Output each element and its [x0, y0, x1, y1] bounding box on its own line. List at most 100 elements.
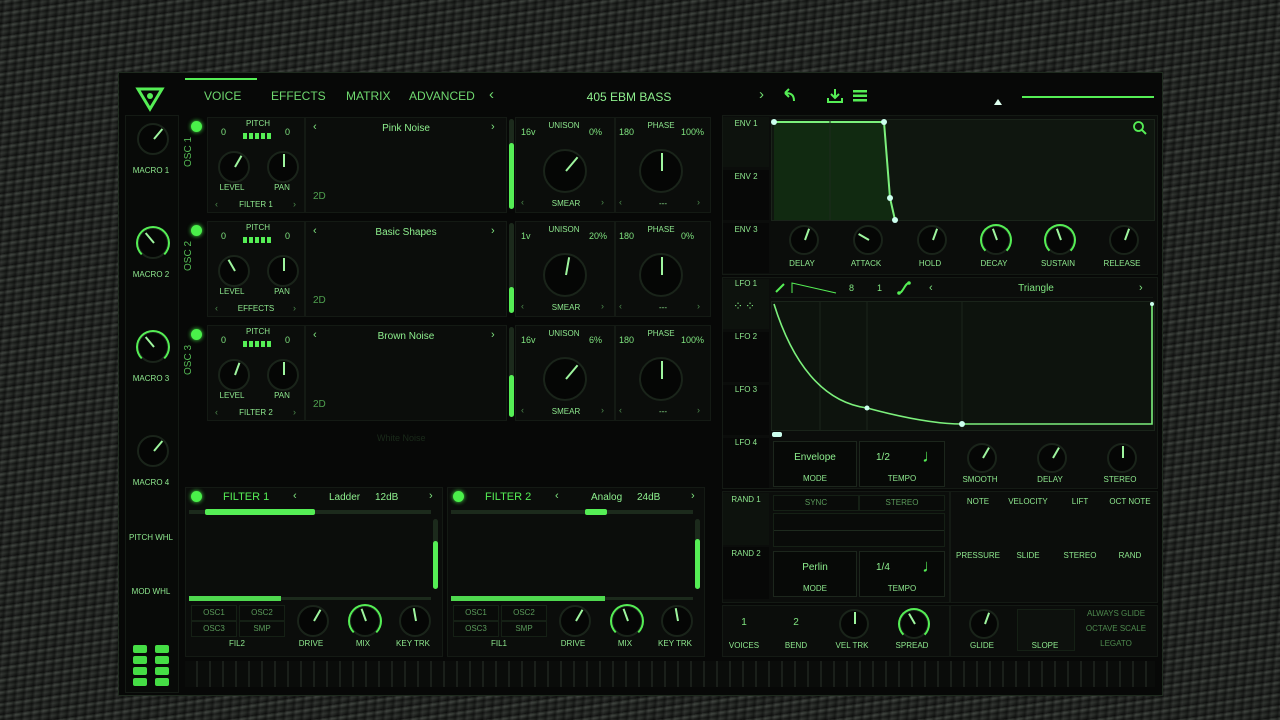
filter-type-next[interactable]: › — [691, 490, 695, 502]
phase-value[interactable]: 180 — [619, 127, 634, 137]
filter-type[interactable]: Analog — [591, 492, 622, 503]
spread-knob[interactable] — [898, 608, 930, 640]
lfo-shape-prev[interactable]: ‹ — [929, 282, 933, 294]
route-button-osc2[interactable]: OSC2 — [239, 605, 285, 621]
drive-knob[interactable] — [297, 605, 329, 637]
pitch-fine[interactable]: 0 — [285, 231, 290, 241]
filter-type[interactable]: Ladder — [329, 492, 360, 503]
route-button-osc2[interactable]: OSC2 — [501, 605, 547, 621]
save-icon[interactable] — [827, 89, 843, 103]
rand-sync-button[interactable]: SYNC — [773, 495, 859, 511]
filter-level-meter[interactable] — [695, 519, 700, 589]
phase-random[interactable]: 100% — [681, 335, 704, 345]
pitch-coarse[interactable]: 0 — [221, 335, 226, 345]
phase-value[interactable]: 180 — [619, 335, 634, 345]
wheel-1[interactable] — [133, 645, 147, 687]
tab-voice[interactable]: VOICE — [204, 89, 241, 103]
filter-slope[interactable]: 24dB — [637, 492, 660, 503]
filter-enable-led[interactable] — [453, 491, 464, 502]
undo-icon[interactable] — [781, 88, 797, 103]
voices-value[interactable]: 1 — [727, 617, 761, 628]
bend-value[interactable]: 2 — [779, 617, 813, 628]
voice-option-1[interactable]: ALWAYS GLIDE — [1079, 609, 1153, 618]
phase-value[interactable]: 180 — [619, 231, 634, 241]
mod-source-oct-note[interactable]: OCT NOTE — [1105, 497, 1155, 506]
lfo-tempo-select[interactable]: 1/2 ♩ TEMPO — [859, 441, 945, 487]
wave-prev[interactable]: ‹ — [313, 121, 317, 133]
unison-detune[interactable]: 0% — [589, 127, 602, 137]
filter-type-prev[interactable]: ‹ — [555, 490, 559, 502]
phase-prev[interactable]: ‹ — [619, 301, 622, 311]
filter-morph-slider[interactable] — [451, 510, 693, 514]
note-icon[interactable]: ♩ — [922, 556, 940, 577]
lfo-shape-name[interactable]: Triangle — [951, 283, 1121, 294]
mod-source-note[interactable]: NOTE — [953, 497, 1003, 506]
pitch-fine[interactable]: 0 — [285, 335, 290, 345]
filter-type-prev[interactable]: ‹ — [293, 490, 297, 502]
macro-knob-1[interactable] — [137, 123, 169, 155]
pitch-fine[interactable]: 0 — [285, 127, 290, 137]
smear-knob[interactable] — [543, 253, 587, 297]
mod-source-stereo[interactable]: STEREO — [1055, 551, 1105, 560]
dest-prev[interactable]: ‹ — [215, 303, 218, 313]
voice-option-3[interactable]: LEGATO — [1079, 639, 1153, 648]
route-button-smp[interactable]: SMP — [239, 621, 285, 637]
unison-voices[interactable]: 1v — [521, 231, 531, 241]
tab-advanced[interactable]: ADVANCED — [409, 89, 475, 103]
phase-prev[interactable]: ‹ — [619, 197, 622, 207]
phase-knob[interactable] — [639, 253, 683, 297]
voice-option-2[interactable]: OCTAVE SCALE — [1079, 624, 1153, 633]
pitch-coarse[interactable]: 0 — [221, 127, 226, 137]
note-icon[interactable]: ♩ — [922, 446, 940, 467]
wavetable-name[interactable]: Basic Shapes — [329, 227, 483, 238]
rand-tempo-select[interactable]: 1/4 ♩ TEMPO — [859, 551, 945, 597]
smear-prev[interactable]: ‹ — [521, 301, 524, 311]
tab-matrix[interactable]: MATRIX — [346, 89, 390, 103]
phase-prev[interactable]: ‹ — [619, 405, 622, 415]
preset-next-button[interactable]: › — [759, 86, 764, 103]
lfo-stereo-knob[interactable] — [1107, 443, 1137, 473]
vel-trk-knob[interactable] — [839, 609, 869, 639]
macro-knob-4[interactable] — [137, 435, 169, 467]
phase-knob[interactable] — [639, 149, 683, 193]
pitch-coarse[interactable]: 0 — [221, 231, 226, 241]
filter-level-meter[interactable] — [433, 519, 438, 589]
mix-knob[interactable] — [348, 604, 382, 638]
smear-next[interactable]: › — [601, 197, 604, 207]
dest-prev[interactable]: ‹ — [215, 407, 218, 417]
lfo-smooth-knob[interactable] — [967, 443, 997, 473]
wheel-2[interactable] — [155, 645, 169, 687]
lfo-grid-x[interactable]: 8 — [849, 283, 854, 293]
lfo-mode-select[interactable]: Envelope MODE — [773, 441, 857, 487]
osc-level-meter[interactable] — [509, 327, 514, 417]
pencil-icon[interactable] — [775, 283, 785, 293]
osc-level-meter[interactable] — [509, 119, 514, 209]
route-button-osc1[interactable]: OSC1 — [191, 605, 237, 621]
wavetable-name[interactable]: Pink Noise — [329, 123, 483, 134]
pan-knob[interactable] — [267, 151, 299, 183]
rand-mode-select[interactable]: Perlin MODE — [773, 551, 857, 597]
dest-next[interactable]: › — [293, 199, 296, 209]
smear-next[interactable]: › — [601, 301, 604, 311]
level-knob[interactable] — [218, 255, 250, 287]
level-knob[interactable] — [218, 151, 250, 183]
mode-2d-label[interactable]: 2D — [313, 295, 326, 306]
route-button-osc3[interactable]: OSC3 — [191, 621, 237, 637]
env-decay-knob[interactable] — [980, 224, 1012, 256]
route-button-osc1[interactable]: OSC1 — [453, 605, 499, 621]
env-attack-knob[interactable] — [853, 225, 883, 255]
unison-voices[interactable]: 16v — [521, 127, 536, 137]
env-hold-knob[interactable] — [917, 225, 947, 255]
smear-knob[interactable] — [543, 357, 587, 401]
dest-next[interactable]: › — [293, 303, 296, 313]
mod-source-velocity[interactable]: VELOCITY — [1003, 497, 1053, 506]
route-button-osc3[interactable]: OSC3 — [453, 621, 499, 637]
macro-knob-2[interactable] — [136, 226, 170, 260]
lfo-grid-y[interactable]: 1 — [877, 283, 882, 293]
osc-level-meter[interactable] — [509, 223, 514, 313]
smear-knob[interactable] — [543, 149, 587, 193]
macro-knob-3[interactable] — [136, 330, 170, 364]
wave-prev[interactable]: ‹ — [313, 225, 317, 237]
drive-knob[interactable] — [559, 605, 591, 637]
preset-prev-button[interactable]: ‹ — [489, 86, 494, 103]
